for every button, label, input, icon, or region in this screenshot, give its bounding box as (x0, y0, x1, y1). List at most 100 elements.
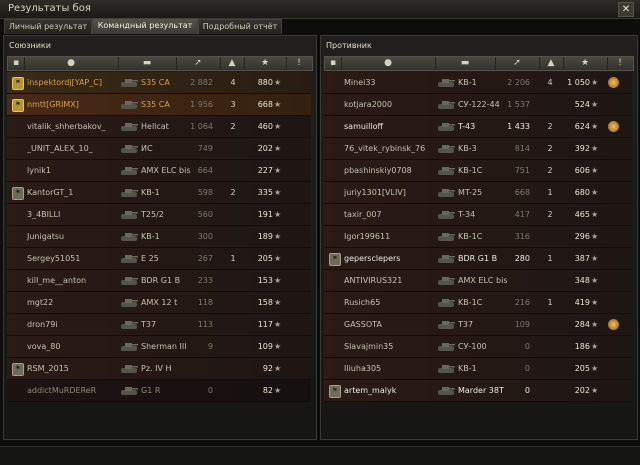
platoon-header-icon[interactable]: ▪ (8, 57, 25, 70)
player-row[interactable]: ⚑ gepersclepers BDR G1 B 280 1 387 ★ (324, 248, 632, 270)
player-row[interactable]: ⚑ RSM_2015 Pz. IV H 92 ★ (7, 358, 311, 380)
player-row[interactable]: mgt22 AMX 12 t 118 158 ★ (7, 292, 311, 314)
player-row[interactable]: Slavajmin35 СУ-100 0 186 ★ (324, 336, 632, 358)
tab-team-result[interactable]: Командный результат (92, 18, 198, 34)
player-row[interactable]: ⚑ nmtt[GRIMX] S35 CA 1 956 3 668 ★ (7, 94, 311, 116)
xp-value: 387 (574, 254, 590, 263)
damage-value: 664 (197, 166, 213, 175)
tab-personal-result[interactable]: Личный результат (4, 19, 92, 34)
star-icon: ★ (274, 386, 282, 395)
player-row[interactable]: Minei33 KB-1 2 206 4 1 050 ★ (324, 72, 632, 94)
tank-icon (121, 277, 138, 285)
player-name: addictMuRDEReR (27, 386, 97, 395)
damage-value: 1 064 (190, 122, 213, 131)
kills-value: 2 (230, 188, 236, 197)
kills-value: 4 (230, 78, 236, 87)
player-row[interactable]: Rusich65 KB-1C 216 1 419 ★ (324, 292, 632, 314)
tank-icon (121, 211, 138, 219)
tank-icon (121, 167, 138, 175)
kills-value: 1 (547, 188, 553, 197)
damage-value: 118 (197, 298, 213, 307)
player-row[interactable]: ⚑ inspektordj[YAP_C] S35 CA 2 882 4 880 ★ (7, 72, 311, 94)
player-row[interactable]: kotjara2000 СУ-122-44 1 537 524 ★ (324, 94, 632, 116)
kills-header-icon[interactable]: ▲ (539, 57, 564, 70)
damage-value: 300 (197, 232, 213, 241)
kills-value (227, 380, 239, 401)
platoon-flag-icon: ⚑ (329, 253, 341, 266)
player-row[interactable]: addictMuRDEReR G1 R 0 82 ★ (7, 380, 311, 402)
xp-header-icon[interactable]: ★ (563, 57, 608, 70)
enemies-table-header: ▪ ● ▬ ➚ ▲ ★ ! (324, 56, 634, 71)
player-row[interactable]: taxir_007 T-34 417 2 465 ★ (324, 204, 632, 226)
damage-value: 417 (514, 210, 530, 219)
tank-icon (438, 101, 455, 109)
player-row[interactable]: juriy1301[VLIV] MT-25 668 1 680 ★ (324, 182, 632, 204)
player-name: Iliuha305 (344, 364, 382, 373)
damage-value: 1 537 (507, 100, 530, 109)
player-row[interactable]: _UNIT_ALEX_10_ ИС 749 202 ★ (7, 138, 311, 160)
tank-icon (438, 365, 455, 373)
xp-value: 191 (257, 210, 273, 219)
player-row[interactable]: Junigatsu KB-1 300 189 ★ (7, 226, 311, 248)
player-row[interactable]: ⚑ KantorGT_1 KB-1 598 2 335 ★ (7, 182, 311, 204)
damage-header-icon[interactable]: ➚ (176, 57, 221, 70)
damage-header-icon[interactable]: ➚ (495, 57, 540, 70)
player-name: RSM_2015 (27, 364, 69, 373)
platoon-flag-icon: ⚑ (12, 77, 24, 90)
player-row[interactable]: 76_vitek_rybinsk_76 KB-3 814 2 392 ★ (324, 138, 632, 160)
damage-value: 668 (514, 188, 530, 197)
player-row[interactable]: GASSOTA T37 109 284 ★ (324, 314, 632, 336)
player-row[interactable]: Sergey51051 E 25 267 1 205 ★ (7, 248, 311, 270)
damage-value: 0 (524, 364, 530, 373)
player-row[interactable]: vova_80 Sherman III 9 109 ★ (7, 336, 311, 358)
damage-value: 233 (197, 276, 213, 285)
player-header-icon[interactable]: ● (24, 57, 119, 70)
player-name: gepersclepers (344, 254, 401, 263)
kills-value (227, 204, 239, 225)
platoon-flag-icon: ⚑ (329, 385, 341, 398)
player-name: Junigatsu (27, 232, 65, 241)
player-row[interactable]: kill_me__anton BDR G1 B 233 153 ★ (7, 270, 311, 292)
platoon-header-icon[interactable]: ▪ (325, 57, 342, 70)
player-name: ANTIVIRUS321 (344, 276, 403, 285)
medal-icon[interactable] (608, 77, 619, 88)
tank-icon (121, 299, 138, 307)
medal-icon[interactable] (608, 121, 619, 132)
player-name: GASSOTA (344, 320, 382, 329)
player-row[interactable]: ⚑ artem_malyk Marder 38T 0 202 ★ (324, 380, 632, 402)
kills-value: 1 (230, 254, 236, 263)
player-name: artem_malyk (344, 386, 397, 395)
player-row[interactable]: ANTIVIRUS321 AMX ELC bis 348 ★ (324, 270, 632, 292)
status-header-icon[interactable]: ! (286, 57, 312, 70)
kills-value (227, 292, 239, 313)
player-row[interactable]: pbashinskiy0708 KB-1C 751 2 606 ★ (324, 160, 632, 182)
tab-detailed-report[interactable]: Подробный отчёт (198, 19, 282, 34)
kills-header-icon[interactable]: ▲ (220, 57, 245, 70)
damage-value (177, 358, 213, 379)
player-row[interactable]: vitalik_shherbakov_ Hellcat 1 064 2 460 ★ (7, 116, 311, 138)
player-header-icon[interactable]: ● (341, 57, 436, 70)
player-row[interactable]: dron79i T37 113 117 ★ (7, 314, 311, 336)
player-row[interactable]: 3_4BILLI T25/2 560 191 ★ (7, 204, 311, 226)
tank-header-icon[interactable]: ▬ (435, 57, 496, 70)
xp-value: 668 (257, 100, 273, 109)
player-row[interactable]: Iliuha305 KB-1 0 205 ★ (324, 358, 632, 380)
status-header-icon[interactable]: ! (607, 57, 633, 70)
player-row[interactable]: Igor199611 KB-1C 316 296 ★ (324, 226, 632, 248)
player-row[interactable]: samuilloff T-43 1 433 2 624 ★ (324, 116, 632, 138)
close-icon[interactable]: ✕ (618, 2, 634, 17)
tank-icon (438, 299, 455, 307)
allies-table-header: ▪ ● ▬ ➚ ▲ ★ ! (7, 56, 313, 71)
tank-header-icon[interactable]: ▬ (118, 57, 177, 70)
star-icon: ★ (591, 100, 599, 109)
medal-icon[interactable] (608, 319, 619, 330)
player-name: vitalik_shherbakov_ (27, 122, 106, 131)
player-row[interactable]: lynik1 AMX ELC bis 664 227 ★ (7, 160, 311, 182)
enemies-title: Противник (326, 41, 372, 50)
player-name: nmtt[GRIMX] (27, 100, 79, 109)
xp-header-icon[interactable]: ★ (244, 57, 287, 70)
xp-value: 524 (574, 100, 590, 109)
allies-title: Союзники (9, 41, 51, 50)
xp-value: 419 (574, 298, 590, 307)
tank-icon (438, 277, 455, 285)
